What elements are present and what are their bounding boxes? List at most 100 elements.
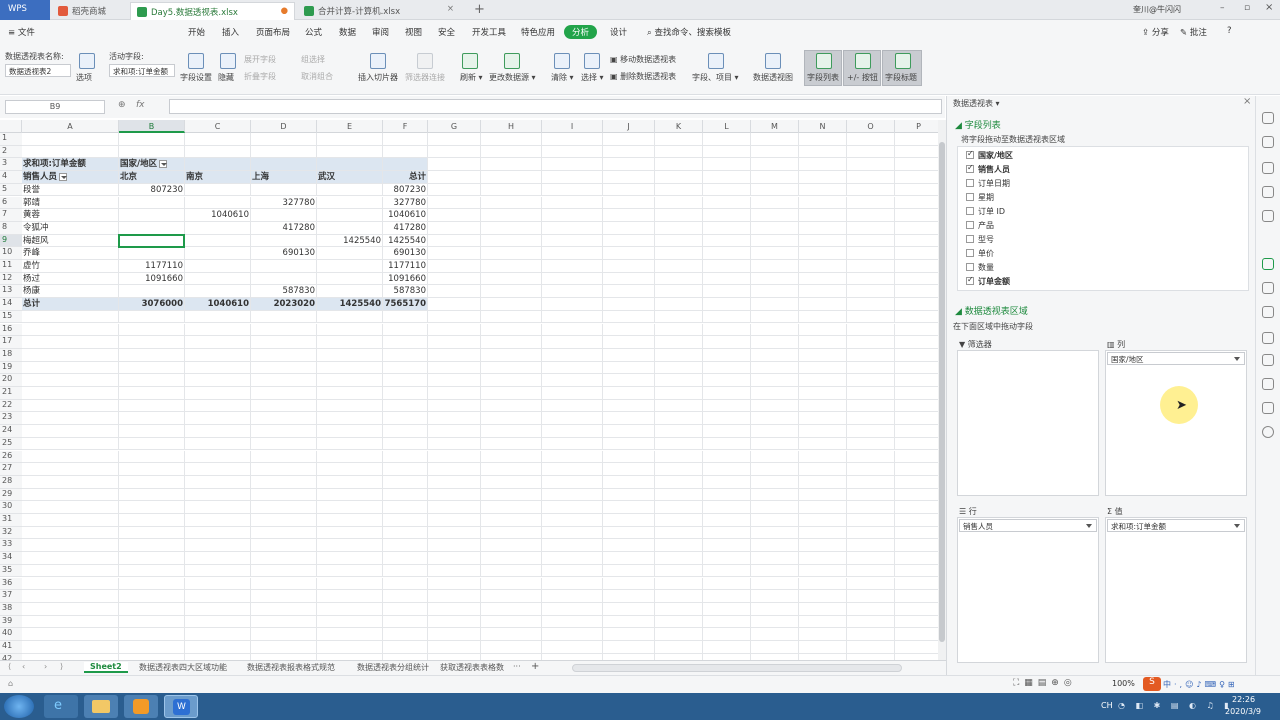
cell[interactable] <box>703 526 751 540</box>
field-checkbox[interactable] <box>966 163 974 173</box>
panel-close-icon[interactable]: × <box>1243 96 1251 107</box>
cell[interactable] <box>799 437 847 451</box>
pivot-value-cell[interactable]: 690130 <box>251 247 317 260</box>
cell[interactable] <box>481 260 542 273</box>
cell[interactable] <box>799 475 847 489</box>
cell[interactable] <box>317 323 383 337</box>
cell[interactable] <box>655 628 703 641</box>
pivot-total-cell[interactable]: 1040610 <box>185 298 251 311</box>
field-item[interactable]: 订单 ID <box>966 206 1005 219</box>
cell[interactable] <box>847 590 895 603</box>
cell[interactable] <box>895 438 938 451</box>
maximize-button[interactable]: ▫ <box>1244 3 1250 13</box>
cell[interactable] <box>603 539 655 553</box>
sheet-tab-grouping[interactable]: 数据透视表分组统计 <box>357 662 429 673</box>
cell[interactable] <box>751 145 799 159</box>
cell[interactable] <box>383 488 428 502</box>
cell[interactable] <box>542 425 603 438</box>
cell[interactable] <box>119 247 185 260</box>
cell[interactable] <box>428 196 481 210</box>
cell[interactable] <box>703 590 751 603</box>
cell[interactable] <box>895 209 938 222</box>
cell[interactable] <box>185 260 251 273</box>
cell[interactable] <box>655 361 703 375</box>
ungroup-button[interactable]: 取消组合 <box>301 71 333 82</box>
cell[interactable] <box>751 539 799 553</box>
cell[interactable] <box>542 133 603 146</box>
cell[interactable] <box>703 437 751 451</box>
wps-menu-button[interactable]: WPS <box>0 0 50 20</box>
column-field-country[interactable]: 国家/地区 <box>1107 352 1245 365</box>
pivot-panel-icon[interactable] <box>1262 258 1274 270</box>
view-mode-icons[interactable]: ⛶▦▤⊕◎ <box>1013 678 1077 688</box>
pivot-value-cell[interactable]: 327780 <box>383 196 428 210</box>
cell[interactable] <box>655 272 703 286</box>
cell[interactable] <box>542 387 603 400</box>
cell[interactable] <box>119 539 185 553</box>
zoom-level[interactable]: 100% <box>1112 679 1135 688</box>
pivot-value-cell[interactable]: 1091660 <box>383 272 428 286</box>
cell[interactable] <box>481 183 542 197</box>
cell[interactable] <box>655 221 703 235</box>
cell[interactable] <box>799 564 847 578</box>
cell[interactable] <box>251 425 317 438</box>
cell[interactable] <box>603 323 655 337</box>
cell[interactable] <box>847 323 895 337</box>
cell[interactable] <box>317 488 383 502</box>
cell[interactable] <box>895 578 938 591</box>
cell[interactable] <box>317 310 383 324</box>
cell[interactable] <box>603 475 655 489</box>
pivot-value-cell[interactable]: 1091660 <box>119 272 185 286</box>
cell[interactable] <box>895 463 938 476</box>
cell[interactable] <box>428 514 481 527</box>
cell[interactable] <box>185 475 251 489</box>
cell[interactable] <box>185 488 251 502</box>
cell[interactable] <box>428 183 481 197</box>
cell[interactable] <box>799 298 847 311</box>
column-header-c[interactable]: C <box>185 120 251 133</box>
cell[interactable] <box>655 564 703 578</box>
cell[interactable] <box>119 475 185 489</box>
cell[interactable] <box>751 285 799 299</box>
sheet-tab-sheet2[interactable]: Sheet2 <box>84 662 128 673</box>
cell[interactable] <box>22 564 119 578</box>
cell[interactable] <box>22 475 119 489</box>
cell[interactable] <box>428 348 481 362</box>
close-icon[interactable]: × <box>447 4 454 14</box>
field-item[interactable]: 订单金额 <box>966 275 1010 289</box>
cell[interactable] <box>185 437 251 451</box>
row-header-16[interactable]: 16 <box>0 323 22 337</box>
cell[interactable] <box>317 387 383 400</box>
cell[interactable] <box>428 463 481 476</box>
cell[interactable] <box>22 628 119 641</box>
cell[interactable] <box>119 488 185 502</box>
cell[interactable] <box>895 197 938 210</box>
cell[interactable] <box>317 526 383 540</box>
menu-security[interactable]: 安全 <box>438 26 455 38</box>
cell[interactable] <box>603 387 655 400</box>
cell[interactable] <box>603 361 655 375</box>
media-player-taskbar-icon[interactable] <box>124 695 158 718</box>
cell[interactable] <box>119 450 185 464</box>
cell[interactable] <box>481 615 542 629</box>
cell[interactable] <box>847 209 895 222</box>
column-header-f[interactable]: F <box>383 120 428 133</box>
cell[interactable] <box>185 310 251 324</box>
cell[interactable] <box>895 412 938 426</box>
cell[interactable] <box>655 310 703 324</box>
spreadsheet-grid[interactable]: ABCDEFGHIJKLMNOP 1 2 3 4 5 6 7 8 9 10 11 12 13 14 15 16… <box>0 120 938 660</box>
cell[interactable] <box>185 285 251 299</box>
cell[interactable] <box>847 298 895 311</box>
cell[interactable] <box>603 590 655 603</box>
cell[interactable] <box>542 260 603 273</box>
column-field-dropdown-icon[interactable] <box>159 159 168 168</box>
pivot-column-header[interactable]: 北京 <box>119 171 185 184</box>
row-header-21[interactable]: 21 <box>0 387 22 400</box>
cell[interactable] <box>655 602 703 616</box>
row-header-6[interactable]: 6 <box>0 196 22 210</box>
cell[interactable] <box>603 348 655 362</box>
cell[interactable] <box>655 183 703 197</box>
cell[interactable] <box>185 412 251 426</box>
pivot-column-header[interactable]: 武汉 <box>317 171 383 184</box>
cell[interactable] <box>542 475 603 489</box>
